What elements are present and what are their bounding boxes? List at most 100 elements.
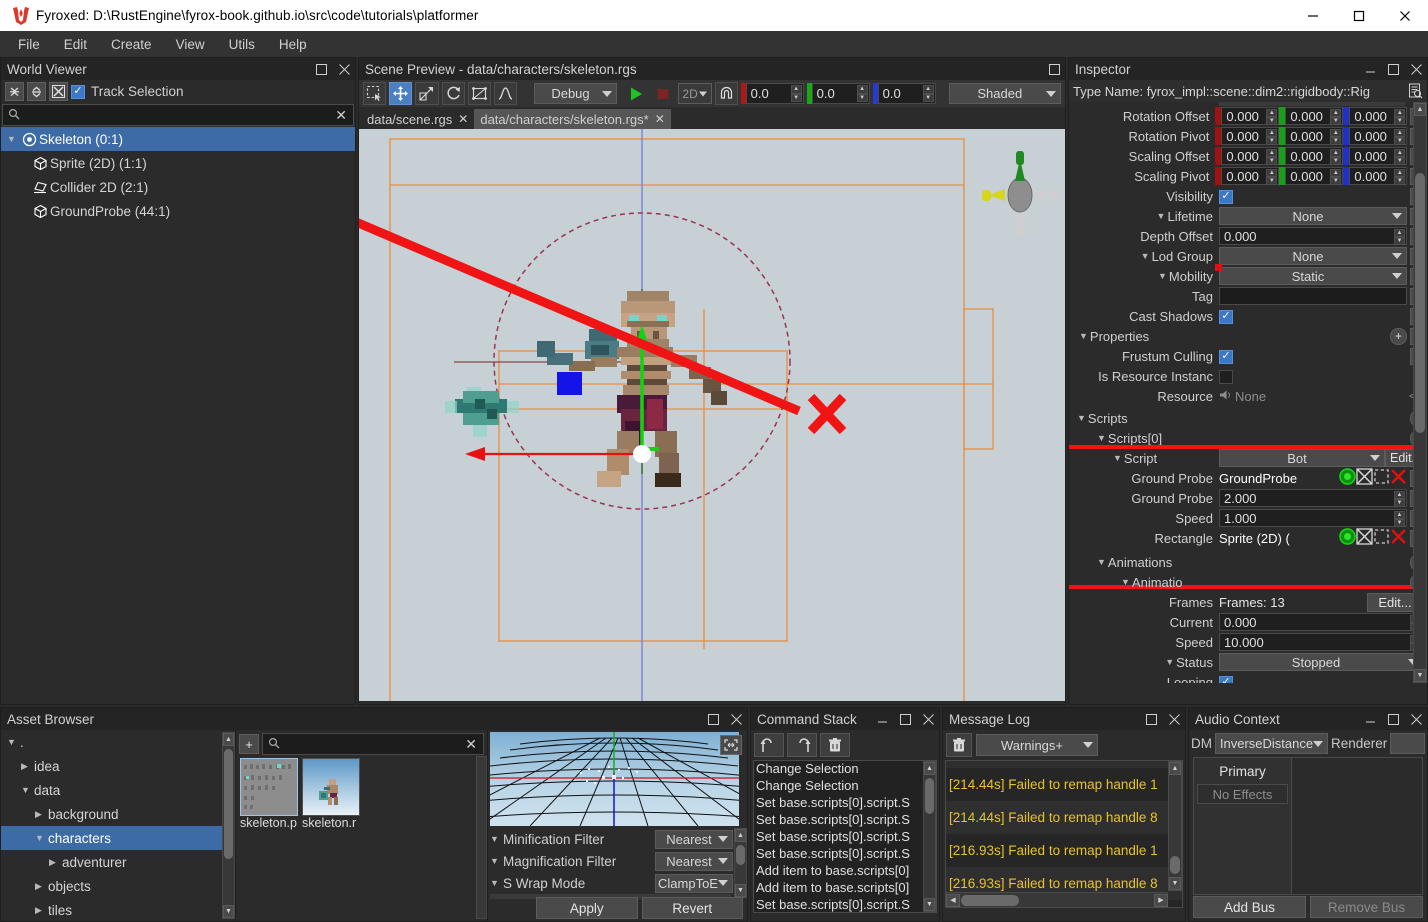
folder-background[interactable]: ▶ background xyxy=(1,802,235,826)
add-bus-button[interactable]: Add Bus xyxy=(1193,896,1306,918)
magnification-filter-combo[interactable]: Nearest xyxy=(655,851,733,871)
s-wrap-mode-combo[interactable]: ClampToE xyxy=(655,873,733,893)
minification-filter-combo[interactable]: Nearest xyxy=(655,829,733,849)
command-item[interactable]: Add item to base.scripts[0] xyxy=(754,863,936,880)
expander-icon[interactable]: ▶ xyxy=(21,761,34,772)
magnet-icon[interactable] xyxy=(715,82,738,105)
scaling-pivot-x[interactable]: 0.000 ▲ ▼ xyxy=(1221,167,1280,185)
collapse-all-icon[interactable] xyxy=(5,82,24,101)
expander-icon[interactable]: ▼ xyxy=(1158,271,1167,281)
message-log-scrollbar[interactable]: ▲ ▼ xyxy=(1168,761,1182,891)
command-stack-scrollbar[interactable]: ▲ ▼ xyxy=(923,761,936,912)
animation-status-combo[interactable]: Stopped xyxy=(1219,653,1423,671)
animation-speed-input[interactable]: 10.000▲▼ xyxy=(1219,633,1423,651)
command-item[interactable]: Set base.scripts[0].script.S xyxy=(754,812,936,829)
track-selection-checkbox[interactable]: ✓ xyxy=(71,84,85,99)
scaling-offset-y[interactable]: 0.000 ▲ ▼ xyxy=(1285,147,1344,165)
expander-icon[interactable]: ▼ xyxy=(490,834,503,844)
scroll-up-icon[interactable]: ▲ xyxy=(735,829,746,842)
menu-help[interactable]: Help xyxy=(267,34,319,55)
command-stack-minimize-icon[interactable] xyxy=(875,712,889,726)
menu-view[interactable]: View xyxy=(164,34,217,55)
scroll-up-icon[interactable]: ▲ xyxy=(924,762,935,775)
audio-context-minimize-icon[interactable] xyxy=(1363,712,1377,726)
rotation-pivot-z[interactable]: 0.000 ▲ ▼ xyxy=(1349,127,1408,145)
undo-icon[interactable] xyxy=(754,733,784,757)
world-viewer-close-icon[interactable] xyxy=(337,62,351,76)
maximize-button[interactable] xyxy=(1336,0,1382,31)
visibility-checkbox[interactable]: ✓ xyxy=(1219,189,1233,204)
play-button[interactable] xyxy=(624,82,648,105)
scroll-down-icon[interactable]: ▼ xyxy=(924,898,935,911)
scroll-down-icon[interactable]: ▼ xyxy=(223,905,234,918)
snap-z-input[interactable]: 0.0 ▲ ▼ xyxy=(877,83,936,104)
scaling-pivot-y[interactable]: 0.000 ▲ ▼ xyxy=(1285,167,1344,185)
rotation-pivot-x[interactable]: 0.000 ▲ ▼ xyxy=(1221,127,1280,145)
tab-close-icon[interactable]: ✕ xyxy=(655,112,665,126)
tag-input[interactable] xyxy=(1219,287,1407,305)
expander-icon[interactable]: ▼ xyxy=(1079,331,1088,341)
scroll-down-icon[interactable]: ▼ xyxy=(1414,669,1426,682)
rotation-offset-z[interactable]: 0.000 ▲ ▼ xyxy=(1349,107,1408,125)
minimize-button[interactable] xyxy=(1290,0,1336,31)
depth-offset-input[interactable]: 0.000 ▲ ▼ xyxy=(1219,227,1407,245)
menu-create[interactable]: Create xyxy=(99,34,164,55)
asset-grid-scrollbar[interactable] xyxy=(476,756,487,919)
select-tool-icon[interactable] xyxy=(363,82,387,105)
asset-item-skeleton-rgs[interactable]: skeleton.r xyxy=(302,758,360,830)
frustum-culling-checkbox[interactable]: ✓ xyxy=(1219,349,1233,364)
inspector-minimize-icon[interactable] xyxy=(1363,62,1377,76)
expander-icon[interactable]: ▼ xyxy=(7,134,20,144)
folder-tiles[interactable]: ▶ tiles xyxy=(1,898,235,922)
message-log-hscrollbar[interactable]: ◀ ▶ xyxy=(946,892,1168,907)
scene-viewport[interactable] xyxy=(359,129,1065,701)
expander-icon[interactable]: ▼ xyxy=(1097,557,1106,567)
log-row[interactable]: [216.93s] Failed to remap handle 1 xyxy=(946,834,1182,867)
revert-button[interactable]: Revert xyxy=(641,897,743,919)
scaling-offset-z[interactable]: 0.000 ▲ ▼ xyxy=(1349,147,1408,165)
command-item[interactable]: Set base.scripts[0].script.S xyxy=(754,829,936,846)
tree-node-collider2d[interactable]: Collider 2D (2:1) xyxy=(1,175,355,199)
folder-root[interactable]: ▼ . xyxy=(1,730,235,754)
search-clear-icon[interactable]: ✕ xyxy=(335,107,347,124)
expander-icon[interactable]: ▼ xyxy=(1157,211,1166,221)
message-log-close-icon[interactable] xyxy=(1167,712,1181,726)
expander-icon[interactable]: ▼ xyxy=(1165,657,1174,667)
expander-icon[interactable]: ▼ xyxy=(1077,413,1086,423)
looping-checkbox[interactable]: ✓ xyxy=(1219,675,1233,683)
message-log-filter-combo[interactable]: Warnings+ xyxy=(976,734,1098,756)
expander-icon[interactable]: ▼ xyxy=(490,878,503,888)
asset-browser-close-icon[interactable] xyxy=(729,712,743,726)
documentation-icon[interactable] xyxy=(1403,83,1427,99)
distance-model-combo[interactable]: InverseDistance xyxy=(1215,733,1328,754)
preview-properties-scrollbar[interactable]: ▲ ▼ xyxy=(734,828,747,898)
cast-shadows-checkbox[interactable]: ✓ xyxy=(1219,309,1233,324)
stop-button[interactable] xyxy=(651,82,675,105)
folder-objects[interactable]: ▶ objects xyxy=(1,874,235,898)
scene-tab-skeleton-rgs[interactable]: data/characters/skeleton.rgs* ✕ xyxy=(474,109,671,129)
menu-edit[interactable]: Edit xyxy=(52,34,99,55)
asset-search-clear-icon[interactable]: ✕ xyxy=(465,736,477,753)
message-log-list[interactable]: [214.44s] Failed to remap handle 1 [214.… xyxy=(945,760,1183,908)
redo-icon[interactable] xyxy=(787,733,817,757)
folder-data[interactable]: ▼ data xyxy=(1,778,235,802)
add-property-button[interactable]: + xyxy=(1390,327,1407,345)
build-profile-combo[interactable]: Debug xyxy=(534,83,617,104)
expander-icon[interactable]: ▼ xyxy=(1141,251,1150,261)
is-resource-instance-checkbox[interactable] xyxy=(1219,369,1233,384)
scroll-up-icon[interactable]: ▲ xyxy=(1414,103,1426,116)
add-asset-button[interactable]: + xyxy=(239,734,259,754)
expander-icon[interactable]: ▼ xyxy=(21,785,34,795)
menu-file[interactable]: File xyxy=(6,34,52,55)
scaling-offset-x[interactable]: 0.000 ▲ ▼ xyxy=(1221,147,1280,165)
trash-icon[interactable] xyxy=(820,733,850,757)
close-button[interactable] xyxy=(1382,0,1428,31)
scale-tool-icon[interactable] xyxy=(415,82,439,105)
renderer-combo[interactable] xyxy=(1390,733,1425,754)
tree-node-groundprobe[interactable]: GroundProbe (44:1) xyxy=(1,199,355,223)
folder-characters[interactable]: ▼ characters xyxy=(1,826,235,850)
terrain-tool-icon[interactable] xyxy=(493,82,518,105)
rotation-offset-y[interactable]: 0.000 ▲ ▼ xyxy=(1285,107,1344,125)
expander-icon[interactable]: ▼ xyxy=(1097,433,1106,443)
scroll-right-icon[interactable]: ▶ xyxy=(1154,893,1168,907)
